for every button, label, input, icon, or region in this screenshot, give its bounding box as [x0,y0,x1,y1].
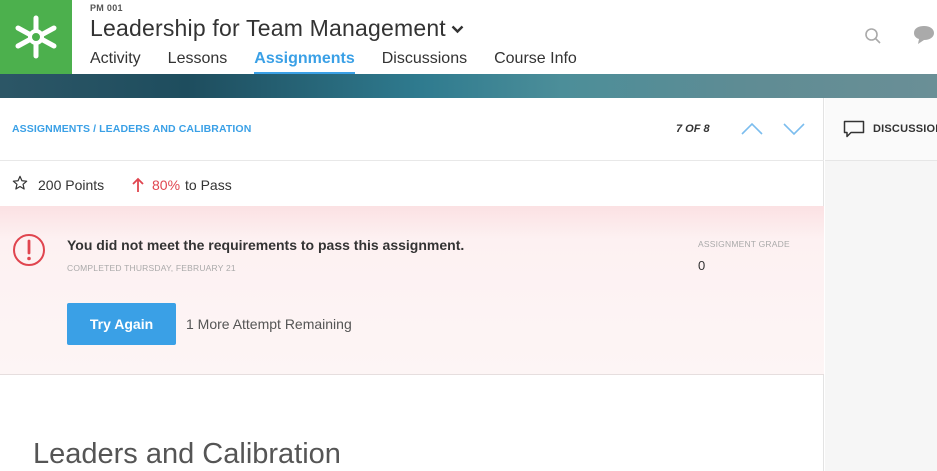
attempts-remaining: 1 More Attempt Remaining [186,316,352,332]
breadcrumb[interactable]: ASSIGNMENTS / LEADERS AND CALIBRATION [12,123,251,135]
discussions-label: DISCUSSIONS [873,123,937,135]
course-nav: Activity Lessons Assignments Discussions… [90,50,604,74]
alert-message: You did not meet the requirements to pas… [67,237,465,253]
completed-date: COMPLETED THURSDAY, FEBRUARY 21 [67,263,236,273]
logo-icon[interactable] [0,0,72,74]
assignment-counter: 7 OF 8 [676,123,710,135]
assignment-heading: Leaders and Calibration [33,438,341,470]
course-banner [0,74,937,98]
assignment-toolbar: ASSIGNMENTS / LEADERS AND CALIBRATION 7 … [0,98,824,161]
assignment-panel: ASSIGNMENTS / LEADERS AND CALIBRATION 7 … [0,98,824,471]
tab-activity[interactable]: Activity [90,50,141,74]
grade-value: 0 [698,258,706,273]
top-header: PM 001 Leadership for Team Management Ac… [0,0,937,74]
comment-icon [843,120,865,138]
course-title-dropdown[interactable]: Leadership for Team Management [90,15,464,42]
course-title: Leadership for Team Management [90,15,446,41]
grade-label: ASSIGNMENT GRADE [698,239,790,249]
tab-course-info[interactable]: Course Info [494,50,577,74]
arrow-up-icon [132,177,144,192]
pass-percent: 80% [152,177,181,193]
discussions-panel-header[interactable]: DISCUSSIONS [825,98,937,161]
course-code: PM 001 [90,3,123,13]
fail-alert: You did not meet the requirements to pas… [0,206,824,375]
chat-icon[interactable] [912,24,937,46]
search-icon[interactable] [864,27,882,45]
points-value: 200 Points [38,177,105,193]
discussions-panel: DISCUSSIONS [825,98,937,471]
tab-discussions[interactable]: Discussions [382,50,467,74]
tab-lessons[interactable]: Lessons [168,50,228,74]
tab-assignments[interactable]: Assignments [254,50,356,74]
next-assignment-icon[interactable] [782,122,806,136]
try-again-button[interactable]: Try Again [67,303,176,345]
star-icon [12,175,28,190]
chevron-down-icon [451,25,464,34]
pass-label: to Pass [185,177,232,193]
alert-icon [13,234,45,266]
previous-assignment-icon[interactable] [740,122,764,136]
points-row: 200 Points 80% to Pass [0,161,824,206]
